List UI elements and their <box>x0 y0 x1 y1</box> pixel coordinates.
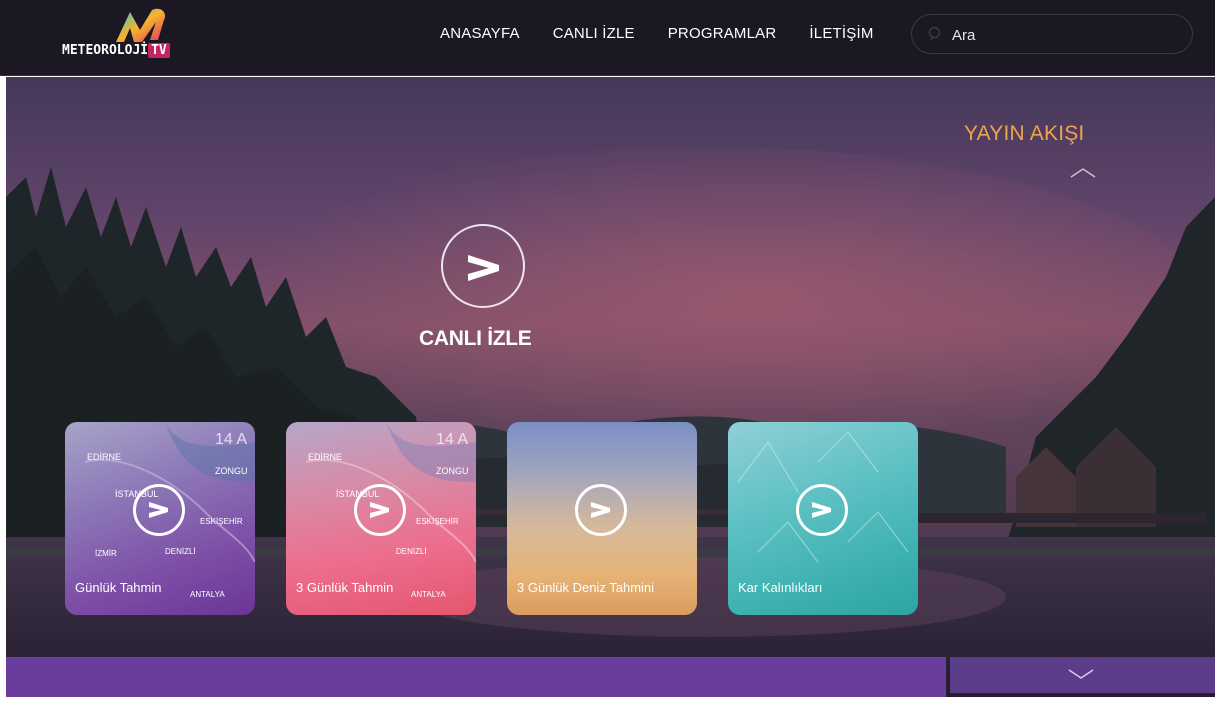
card-title: Günlük Tahmin <box>75 580 162 595</box>
chevron-down-icon[interactable] <box>1067 668 1095 682</box>
nav-contact[interactable]: İLETİŞİM <box>809 25 873 42</box>
map-city-label: EDİRNE <box>87 452 121 462</box>
logo-tv-badge: TV <box>148 43 170 58</box>
map-city-label: EDİRNE <box>308 452 342 462</box>
top-navbar: METEOROLOJİ TV ANASAYFA CANLI İZLE PROGRA… <box>0 0 1215 76</box>
card-3day-forecast[interactable]: 14 A EDİRNE ZONGU İSTANBUL ESKİŞEHİR DEN… <box>286 422 476 615</box>
card-title: 3 Günlük Tahmin <box>296 580 394 595</box>
play-icon <box>812 502 831 518</box>
card-daily-forecast[interactable]: 14 A EDİRNE ZONGU İSTANBUL ESKİŞEHİR İZM… <box>65 422 255 615</box>
card-3day-sea-forecast[interactable]: 3 Günlük Deniz Tahmini <box>507 422 697 615</box>
map-city-label: ESKİŞEHİR <box>416 517 459 526</box>
map-city-label: ZONGU <box>436 466 469 476</box>
main-nav: ANASAYFA CANLI İZLE PROGRAMLAR İLETİŞİM <box>440 25 907 42</box>
play-icon <box>370 502 389 518</box>
map-city-label: DENİZLİ <box>165 547 196 556</box>
map-city-label: İZMİR <box>95 549 117 558</box>
map-city-label: ANTALYA <box>411 590 446 599</box>
card-play-button[interactable] <box>796 484 848 536</box>
card-snow-depth[interactable]: Kar Kalınlıkları <box>728 422 918 615</box>
nav-programs[interactable]: PROGRAMLAR <box>668 25 777 42</box>
card-play-button[interactable] <box>133 484 185 536</box>
nav-live[interactable]: CANLI İZLE <box>553 25 635 42</box>
card-title: Kar Kalınlıkları <box>738 580 823 595</box>
play-icon <box>591 502 610 518</box>
map-date-label: 14 A <box>436 431 468 448</box>
site-logo[interactable]: METEOROLOJİ TV <box>62 6 202 66</box>
nav-home[interactable]: ANASAYFA <box>440 25 520 42</box>
map-city-label: DENİZLİ <box>396 547 427 556</box>
play-icon <box>468 255 499 281</box>
logo-mark-icon <box>116 8 166 43</box>
logo-wordmark: METEOROLOJİ TV <box>62 43 170 58</box>
map-city-label: ANTALYA <box>190 590 225 599</box>
chevron-up-icon[interactable] <box>1069 165 1097 179</box>
card-play-button[interactable] <box>354 484 406 536</box>
live-watch-label[interactable]: CANLI İZLE <box>419 327 532 351</box>
search-icon <box>928 26 941 41</box>
map-date-label: 14 A <box>215 431 247 448</box>
search-box[interactable] <box>911 14 1193 54</box>
map-city-label: ZONGU <box>215 466 248 476</box>
live-play-button[interactable] <box>441 224 525 308</box>
card-title: 3 Günlük Deniz Tahmini <box>517 580 655 595</box>
play-icon <box>149 502 168 518</box>
card-play-button[interactable] <box>575 484 627 536</box>
schedule-footer <box>950 657 1215 693</box>
category-bar <box>6 657 946 697</box>
logo-text: METEOROLOJİ <box>62 43 149 58</box>
schedule-title: YAYIN AKIŞI <box>964 122 1085 145</box>
map-city-label: ESKİŞEHİR <box>200 517 243 526</box>
search-input[interactable] <box>952 24 1172 46</box>
